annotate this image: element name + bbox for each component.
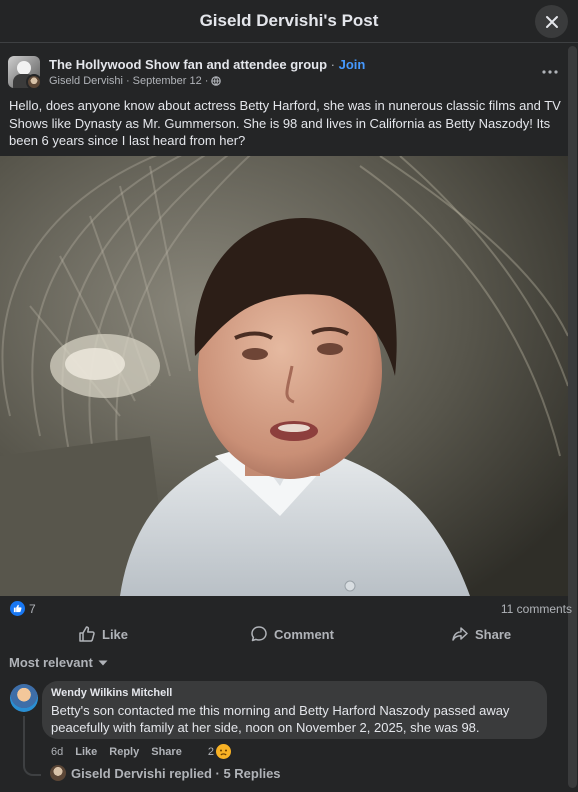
like-label: Like (102, 626, 129, 642)
post-content: The Hollywood Show fan and attendee grou… (0, 44, 578, 792)
globe-icon (211, 76, 222, 86)
modal-header: Giseld Dervishi's Post (0, 0, 578, 43)
replied-text: Giseld Dervishi replied · 5 Replies (71, 765, 281, 781)
post-photo[interactable] (0, 156, 568, 596)
more-options-button[interactable] (536, 60, 564, 84)
comment-reply-button[interactable]: Reply (109, 746, 139, 758)
comment-share-button[interactable]: Share (151, 746, 182, 758)
comment-text: Betty's son contacted me this morning an… (51, 703, 510, 735)
sort-label: Most relevant (9, 655, 93, 670)
group-name[interactable]: The Hollywood Show fan and attendee grou… (49, 57, 327, 72)
portrait-image (0, 156, 568, 596)
sort-dropdown[interactable]: Most relevant (9, 655, 108, 670)
comment-count[interactable]: 11 comments (501, 602, 572, 616)
share-label: Share (475, 626, 512, 642)
comment-icon (251, 626, 267, 642)
chevron-down-icon (98, 660, 108, 665)
reaction-stats: 7 11 comments (0, 600, 572, 620)
author-name[interactable]: Giseld Dervishi (49, 75, 123, 87)
comment-reactions[interactable]: 2 (208, 744, 231, 759)
comment-actions: 6d Like Reply Share 2 (51, 744, 231, 759)
group-name-line: The Hollywood Show fan and attendee grou… (49, 57, 366, 72)
action-bar: Like Comment Share (0, 622, 568, 646)
commenter-name[interactable]: Wendy Wilkins Mitchell (51, 687, 538, 699)
comment-button[interactable]: Comment (250, 622, 334, 646)
modal-title: Giseld Dervishi's Post (199, 11, 379, 30)
reply-thread-line (23, 716, 41, 776)
commenter-avatar[interactable] (10, 684, 38, 712)
post-date[interactable]: September 12 (133, 75, 202, 87)
like-button[interactable]: Like (78, 622, 128, 646)
comment-like-button[interactable]: Like (75, 746, 97, 758)
thumbs-up-outline-icon (79, 626, 95, 642)
close-button[interactable] (535, 5, 568, 38)
like-reaction-badge[interactable] (10, 601, 25, 616)
join-button[interactable]: Join (339, 57, 366, 72)
share-icon (452, 627, 468, 641)
comment-reaction-count: 2 (207, 745, 214, 758)
comment-bubble: Wendy Wilkins Mitchell Betty's son conta… (42, 681, 547, 739)
comment-label: Comment (274, 626, 334, 642)
thumbs-up-icon (13, 604, 22, 613)
view-replies-link[interactable]: Giseld Dervishi replied · 5 Replies (50, 765, 281, 781)
share-button[interactable]: Share (451, 622, 511, 646)
replier-avatar (50, 765, 66, 781)
reaction-count[interactable]: 7 (29, 602, 36, 616)
more-options-icon (542, 70, 558, 74)
sad-emoji-icon (215, 744, 231, 759)
comment-time[interactable]: 6d (51, 746, 63, 758)
post-header: The Hollywood Show fan and attendee grou… (8, 54, 568, 90)
close-icon (545, 15, 558, 28)
post-meta: Giseld Dervishi · September 12 · (49, 75, 222, 87)
post-text: Hello, does anyone know about actress Be… (9, 98, 561, 148)
author-avatar[interactable] (26, 74, 42, 90)
